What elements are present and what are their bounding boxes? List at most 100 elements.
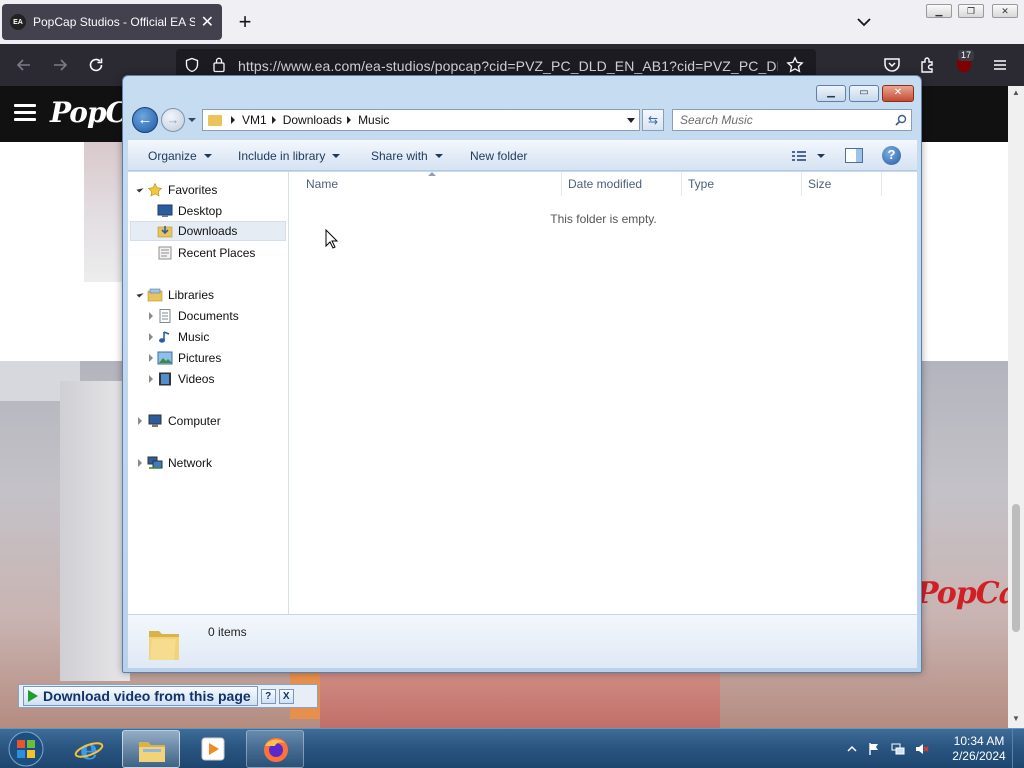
volume-muted-icon[interactable] [915,742,929,756]
download-close-button[interactable]: X [278,688,294,704]
forward-arrow-icon[interactable] [50,55,70,75]
column-header-size[interactable]: Size [802,172,882,196]
nav-music-label: Music [178,330,210,344]
address-history-dropdown-icon[interactable] [627,118,635,123]
nav-pictures[interactable]: Pictures [157,348,221,368]
minimize-window-button[interactable]: ▁ [816,85,846,102]
lock-icon[interactable] [212,56,226,73]
breadcrumb-vm1[interactable]: VM1 [242,113,267,127]
column-header-date-modified[interactable]: Date modified [562,172,682,196]
breadcrumb-chevron-icon[interactable] [271,116,276,124]
bookmark-star-icon[interactable] [786,56,804,74]
site-menu-icon[interactable] [14,104,36,122]
tracking-shield-icon[interactable] [184,57,200,73]
help-icon[interactable]: ? [882,146,901,165]
views-dropdown-icon[interactable] [817,154,825,158]
scroll-down-icon[interactable]: ▼ [1012,714,1020,723]
nav-downloads-label: Downloads [178,224,238,238]
taskbar-windows-explorer[interactable] [122,730,180,768]
back-button[interactable]: ← [132,107,158,133]
restore-browser-button[interactable]: ❐ [958,4,984,18]
taskbar-internet-explorer[interactable]: e [60,730,118,768]
music-expander-icon[interactable] [149,333,153,341]
url-text[interactable]: https://www.ea.com/ea-studios/popcap?cid… [238,58,778,74]
minimize-browser-button[interactable]: ▁ [926,4,952,18]
include-in-library-button[interactable]: Include in library [238,149,341,163]
navigation-pane: Favorites Desktop Downloads Recent Place… [128,172,289,614]
column-header-type[interactable]: Type [682,172,802,196]
browser-tab[interactable]: EA PopCap Studios - Official EA Site ✕ [2,4,222,40]
search-input[interactable] [673,110,883,130]
play-icon [28,690,38,702]
search-icon[interactable] [895,114,907,126]
nav-network[interactable]: Network [147,453,212,473]
close-window-button[interactable]: ✕ [882,85,914,102]
pictures-expander-icon[interactable] [149,354,153,362]
forward-button[interactable]: → [161,108,185,132]
share-with-button[interactable]: Share with [371,149,443,163]
download-help-button[interactable]: ? [260,688,276,704]
pocket-icon[interactable] [882,55,902,75]
breadcrumb-downloads[interactable]: Downloads [283,113,342,127]
show-desktop-button[interactable] [1012,729,1024,768]
chevron-down-icon [332,154,341,158]
tab-close-icon[interactable]: ✕ [201,12,214,32]
chevron-down-icon [203,154,212,158]
favorites-expander-icon[interactable] [136,185,144,193]
music-note-icon [159,331,170,343]
close-browser-button[interactable]: ✕ [992,4,1018,18]
nav-favorites[interactable]: Favorites [147,180,217,200]
taskbar-firefox[interactable] [246,730,304,768]
taskbar-media-player[interactable] [184,730,242,768]
libraries-expander-icon[interactable] [136,290,144,298]
preview-pane-icon[interactable] [845,148,863,163]
nav-downloads[interactable]: Downloads [130,221,286,241]
network-tray-icon[interactable] [891,742,905,756]
browser-tab-bar: EA PopCap Studios - Official EA Site ✕ +… [0,0,1024,44]
nav-documents[interactable]: Documents [157,306,239,326]
new-folder-button[interactable]: New folder [470,149,527,163]
breadcrumb-music[interactable]: Music [358,113,389,127]
nav-music[interactable]: Music [157,327,209,347]
new-tab-button[interactable]: + [234,8,256,36]
show-hidden-icons-chevron-icon[interactable] [845,742,859,756]
share-with-label: Share with [371,149,428,163]
page-scrollbar[interactable]: ▲ ▼ [1008,86,1024,728]
scroll-up-icon[interactable]: ▲ [1012,88,1020,97]
address-bar[interactable]: VM1 Downloads Music [202,109,640,131]
refresh-button[interactable]: ⇆ [642,109,664,131]
videos-expander-icon[interactable] [149,375,153,383]
clock[interactable]: 10:34 AM 2/26/2024 [944,734,1014,764]
change-view-icon[interactable] [791,149,807,163]
explorer-content: Favorites Desktop Downloads Recent Place… [128,172,917,614]
new-folder-label: New folder [470,149,528,163]
extensions-puzzle-icon[interactable] [918,55,938,75]
recent-pages-dropdown-icon[interactable] [188,118,196,122]
windows-start-orb-icon[interactable] [6,730,46,768]
network-expander-icon[interactable] [138,459,142,467]
back-arrow-icon[interactable] [14,55,34,75]
documents-expander-icon[interactable] [149,312,153,320]
maximize-window-button[interactable]: ▭ [849,85,879,102]
file-list-view[interactable]: Name Date modified Type Size This folder… [290,172,917,614]
nav-computer[interactable]: Computer [147,411,221,431]
nav-videos[interactable]: Videos [157,369,214,389]
nav-desktop-label: Desktop [178,204,223,218]
nav-recent-places[interactable]: Recent Places [157,243,255,263]
menu-hamburger-icon[interactable] [990,55,1010,75]
nav-computer-label: Computer [168,414,221,428]
scrollbar-thumb[interactable] [1012,504,1020,632]
search-box[interactable] [672,109,912,131]
folder-icon [208,114,222,126]
nav-libraries[interactable]: Libraries [147,285,214,305]
computer-expander-icon[interactable] [138,417,142,425]
breadcrumb-chevron-icon[interactable] [347,116,352,124]
organize-button[interactable]: Organize [148,149,212,163]
nav-desktop[interactable]: Desktop [157,201,222,221]
action-center-flag-icon[interactable] [867,742,881,756]
list-tabs-chevron-icon[interactable] [854,12,874,32]
breadcrumb-chevron-icon[interactable] [231,116,235,124]
reload-icon[interactable] [86,55,106,75]
download-video-button[interactable]: Download video from this page [23,686,258,706]
nav-documents-label: Documents [178,309,239,323]
